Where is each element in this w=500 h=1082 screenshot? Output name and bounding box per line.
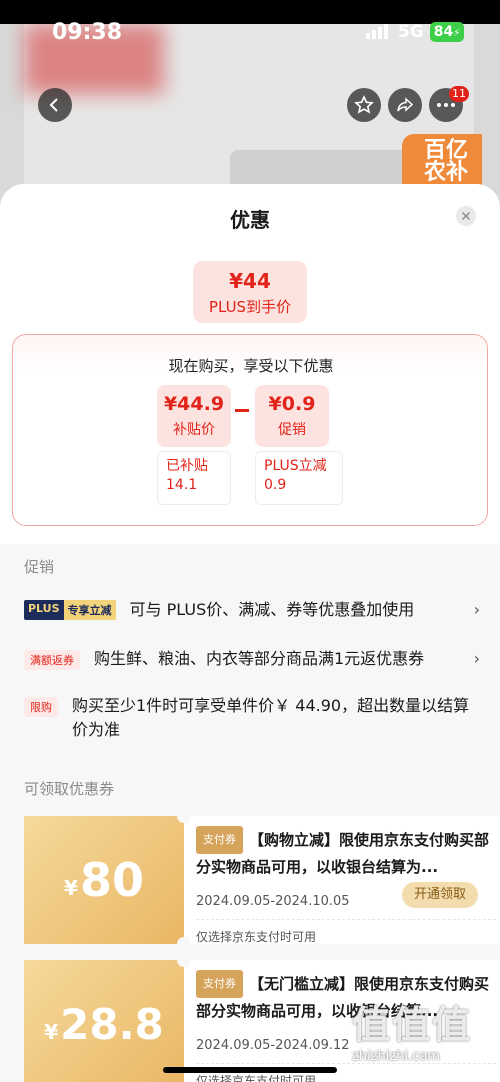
- plus-price-label: PLUS到手价: [208, 298, 292, 316]
- price-breakdown-box: 现在购买，享受以下优惠 ¥44.9 补贴价 ¥0.9 促销 已补贴 14.1 P…: [12, 334, 488, 526]
- watermark-logo: 值值值: [352, 1003, 473, 1047]
- coupon-currency: ¥: [64, 876, 78, 900]
- coupon-amount: 28.8: [60, 999, 164, 1049]
- coupon-section-title: 可领取优惠券: [24, 780, 115, 798]
- coupon-notch: [177, 809, 191, 823]
- plus-price-amount: ¥44: [229, 269, 271, 293]
- promo-price-amount: ¥0.9: [268, 393, 316, 415]
- plus-exclusive-tag: PLUS 专享立减: [24, 600, 116, 620]
- promo-text: 购买至少1件时可享受单件价￥ 44.90，超出数量以结算价为准: [72, 696, 470, 739]
- coupon-value: ¥ 80: [24, 816, 184, 944]
- chevron-right-icon: ›: [473, 649, 480, 668]
- status-time: 09:38: [52, 20, 123, 45]
- coupon-notch: [177, 953, 191, 967]
- signal-icon: [366, 24, 388, 39]
- claim-coupon-button[interactable]: 开通领取: [401, 882, 478, 908]
- subsidy-price-card: ¥44.9 补贴价: [157, 385, 231, 447]
- battery-icon: 84⚡: [430, 22, 464, 42]
- chevron-left-icon: [49, 98, 58, 112]
- share-icon: [397, 97, 414, 112]
- discount-sheet: 优惠 ¥44 PLUS到手价 现在购买，享受以下优惠 ¥44.9 补贴价 ¥0.…: [0, 184, 500, 1082]
- promo-text: 购生鲜、粮油、内衣等部分商品满1元返优惠券: [94, 649, 425, 668]
- subsidy-detail-label: 已补贴: [166, 458, 208, 474]
- notification-badge: 11: [449, 86, 469, 102]
- coupon-description: 支付券 【购物立减】限使用京东支付购买部分实物商品可用，以收银台结算为...: [196, 826, 496, 878]
- promo-row-limit: 限购 购买至少1件时可享受单件价￥ 44.90，超出数量以结算价为准: [24, 694, 480, 742]
- close-button[interactable]: [456, 206, 476, 226]
- pay-coupon-tag: 支付券: [196, 826, 243, 854]
- back-button[interactable]: [38, 88, 72, 122]
- coupon-amount: 80: [79, 853, 144, 907]
- plus-discount-value: 0.9: [264, 477, 287, 493]
- close-icon: [462, 212, 470, 220]
- coupon-currency: ¥: [44, 1020, 59, 1044]
- promo-row-plus[interactable]: PLUS 专享立减 可与 PLUS价、满减、券等优惠叠加使用 ›: [24, 598, 480, 622]
- plus-discount-label: PLUS立减: [264, 458, 327, 474]
- watermark: 值值值 zhizhizhi.com: [352, 994, 492, 1074]
- promo-row-coupon-return[interactable]: 满额返券 购生鲜、粮油、内衣等部分商品满1元返优惠券 ›: [24, 647, 480, 671]
- plus-price-card: ¥44 PLUS到手价: [193, 261, 307, 323]
- coupon-card: ¥ 80 支付券 【购物立减】限使用京东支付购买部分实物商品可用，以收银台结算为.…: [24, 809, 500, 951]
- pay-coupon-tag: 支付券: [196, 970, 243, 998]
- exclusive-discount-tag-part: 专享立减: [63, 600, 116, 620]
- star-icon: [354, 95, 374, 114]
- battery-level: 84: [433, 24, 454, 40]
- promo-price-label: 促销: [278, 422, 306, 438]
- promo-badge-text: 百亿 农补: [424, 138, 469, 185]
- coupon-notch: [177, 937, 191, 951]
- chevron-right-icon: ›: [473, 600, 480, 619]
- subsidy-price-label: 补贴价: [173, 422, 215, 438]
- favorite-button[interactable]: [347, 88, 381, 122]
- breakdown-heading: 现在购买，享受以下优惠: [168, 357, 334, 375]
- home-indicator[interactable]: [163, 1067, 337, 1073]
- promo-tag: 满额返券: [24, 650, 80, 670]
- promo-tag: 限购: [24, 697, 58, 717]
- subsidy-price-amount: ¥44.9: [163, 393, 225, 415]
- coupon-value: ¥ 28.8: [24, 960, 184, 1082]
- watermark-url: zhizhizhi.com: [352, 1049, 440, 1064]
- minus-sign: [235, 409, 249, 412]
- network-type: 5G: [398, 22, 424, 42]
- promo-text: 可与 PLUS价、满减、券等优惠叠加使用: [129, 600, 415, 619]
- coupon-note: 仅选择京东支付时可用: [196, 919, 496, 945]
- sheet-title: 优惠: [230, 208, 270, 232]
- promo-price-card: ¥0.9 促销: [255, 385, 329, 447]
- status-bar: 09:38 5G 84⚡: [0, 0, 500, 60]
- share-button[interactable]: [388, 88, 422, 122]
- promo-section-title: 促销: [24, 558, 55, 576]
- plus-discount-detail-card: PLUS立减 0.9: [255, 451, 343, 505]
- more-icon: [437, 103, 455, 107]
- plus-tag-part: PLUS: [24, 600, 64, 620]
- subsidy-detail-value: 14.1: [166, 477, 198, 493]
- subsidy-detail-card: 已补贴 14.1: [157, 451, 231, 505]
